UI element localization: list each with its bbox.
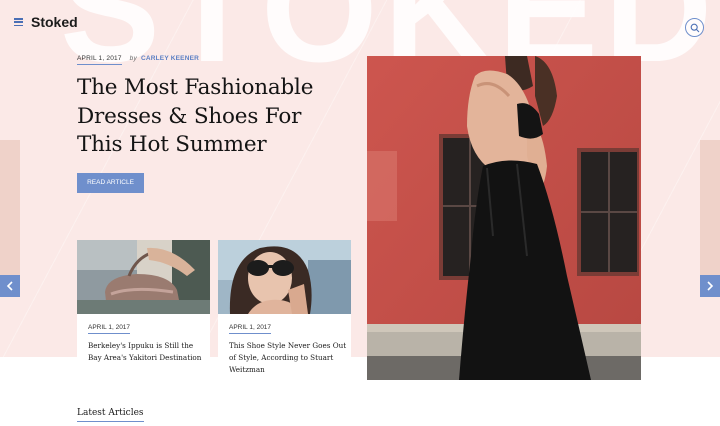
site-logo[interactable]: Stoked	[31, 14, 78, 30]
featured-article-image[interactable]	[367, 56, 641, 380]
next-slide-button[interactable]	[700, 275, 720, 297]
chevron-left-icon	[6, 281, 13, 291]
previous-slide-button[interactable]	[0, 275, 20, 297]
next-slide-peek	[700, 140, 720, 275]
article-card-date: APRIL 1, 2017	[229, 324, 272, 334]
previous-slide-peek	[0, 140, 20, 275]
hero-headline[interactable]: The Most Fashionable Dresses & Shoes For…	[77, 74, 347, 160]
article-card-date: APRIL 1, 2017	[88, 324, 131, 334]
article-card[interactable]: APRIL 1, 2017 Berkeley's Ippuku is Still…	[77, 240, 210, 382]
search-button[interactable]	[685, 18, 704, 37]
read-article-button[interactable]: READ ARTICLE	[77, 173, 144, 193]
article-card-image[interactable]	[218, 240, 351, 314]
hero-author-link[interactable]: CARLEY KEENER	[141, 55, 199, 62]
article-card[interactable]: APRIL 1, 2017 This Shoe Style Never Goes…	[218, 240, 351, 382]
hero-by-label: by	[129, 55, 137, 62]
menu-icon[interactable]	[14, 18, 23, 27]
latest-articles-heading: Latest Articles	[77, 408, 144, 422]
hero-meta: APRIL 1, 2017 by CARLEY KEENER	[77, 55, 199, 65]
search-icon	[690, 23, 700, 33]
hero-date: APRIL 1, 2017	[77, 55, 122, 65]
article-card-title[interactable]: Berkeley's Ippuku is Still the Bay Area'…	[88, 340, 206, 364]
chevron-right-icon	[707, 281, 714, 291]
article-card-title[interactable]: This Shoe Style Never Goes Out of Style,…	[229, 340, 347, 376]
article-card-image[interactable]	[77, 240, 210, 314]
